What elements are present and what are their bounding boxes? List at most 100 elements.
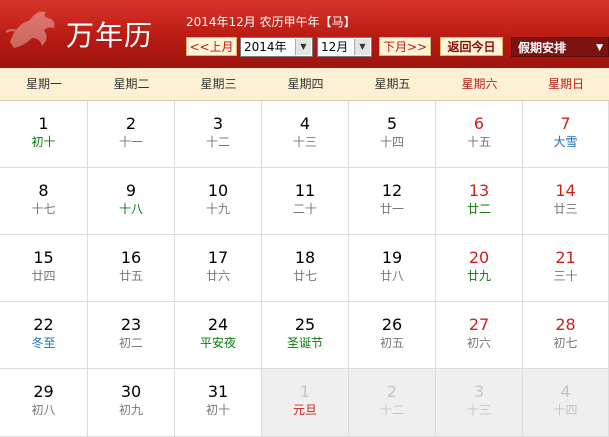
day-cell[interactable]: 6 十五 <box>436 101 523 168</box>
lunar-label: 廿九 <box>466 269 491 283</box>
day-number: 22 <box>33 315 54 334</box>
lunar-label: 十七 <box>31 202 56 216</box>
day-cell[interactable]: 3 十三 <box>436 369 523 437</box>
day-cell[interactable]: 25 圣诞节 <box>262 302 349 369</box>
day-number: 23 <box>120 315 142 334</box>
lunar-label: 二十 <box>292 202 317 216</box>
lunar-label: 廿五 <box>118 269 143 283</box>
day-number: 21 <box>555 248 576 267</box>
day-cell[interactable]: 12 廿一 <box>349 168 436 235</box>
day-number: 6 <box>473 114 485 133</box>
day-cell[interactable]: 27 初六 <box>436 302 523 369</box>
day-number: 4 <box>299 114 311 133</box>
lunar-label: 圣诞节 <box>286 336 323 350</box>
lunar-label: 十三 <box>292 135 317 149</box>
day-number: 16 <box>120 248 142 267</box>
month-select[interactable]: 12月 ▼ <box>317 37 372 57</box>
weekday-label: 星期三 <box>200 77 237 91</box>
day-cell[interactable]: 18 廿七 <box>262 235 349 302</box>
day-cell[interactable]: 5 十四 <box>349 101 436 168</box>
lunar-label: 十一 <box>118 135 143 149</box>
year-select[interactable]: 2014年 ▼ <box>240 37 313 57</box>
day-number: 9 <box>125 181 137 200</box>
day-cell[interactable]: 9 十八 <box>88 168 175 235</box>
day-cell[interactable]: 22 冬至 <box>0 302 88 369</box>
lunar-label: 十四 <box>553 403 578 417</box>
lunar-label: 十二 <box>205 135 230 149</box>
day-cell[interactable]: 15 廿四 <box>0 235 88 302</box>
day-cell[interactable]: 7 大雪 <box>523 101 609 168</box>
day-number: 1 <box>38 114 49 133</box>
lunar-label: 十三 <box>466 403 491 417</box>
lunar-label: 廿六 <box>205 269 230 283</box>
day-number: 17 <box>207 248 229 267</box>
day-number: 20 <box>468 248 490 267</box>
day-cell[interactable]: 3 十二 <box>175 101 262 168</box>
weekday-label: 星期二 <box>113 77 150 91</box>
day-number: 18 <box>294 248 316 267</box>
day-cell[interactable]: 28 初七 <box>523 302 609 369</box>
day-number: 2 <box>125 114 137 133</box>
day-number: 4 <box>560 382 571 401</box>
app-title: 万年历 <box>66 19 154 52</box>
day-cell[interactable]: 1 初十 <box>0 101 88 168</box>
day-cell[interactable]: 16 廿五 <box>88 235 175 302</box>
day-cell[interactable]: 24 平安夜 <box>175 302 262 369</box>
lunar-label: 初五 <box>379 336 404 350</box>
day-cell[interactable]: 19 廿八 <box>349 235 436 302</box>
lunar-label: 平安夜 <box>199 336 236 350</box>
day-number: 14 <box>555 181 576 200</box>
lunar-label: 十八 <box>118 202 143 216</box>
day-number: 25 <box>294 315 316 334</box>
day-cell[interactable]: 17 廿六 <box>175 235 262 302</box>
lunar-label: 冬至 <box>31 336 56 350</box>
day-cell[interactable]: 31 初十 <box>175 369 262 437</box>
lunar-label: 大雪 <box>553 135 578 149</box>
day-number: 28 <box>555 315 576 334</box>
lunar-label: 初六 <box>466 336 491 350</box>
day-cell[interactable]: 14 廿三 <box>523 168 609 235</box>
day-cell[interactable]: 13 廿二 <box>436 168 523 235</box>
calendar-day-grid: 1 初十 2 十一 3 十二 4 十三 5 十四 6 十五 7 大雪 8 十七 9 十八 10 十九 11 二十 12 廿一 1… <box>0 101 609 437</box>
back-to-today-button[interactable]: 返回今日 <box>440 37 503 56</box>
chevron-down-icon: ▼ <box>596 43 603 53</box>
day-cell[interactable]: 26 初五 <box>349 302 436 369</box>
day-number: 11 <box>294 181 316 200</box>
day-cell[interactable]: 20 廿九 <box>436 235 523 302</box>
day-cell[interactable]: 11 二十 <box>262 168 349 235</box>
day-number: 19 <box>381 248 403 267</box>
chevron-down-icon[interactable]: ▼ <box>354 39 370 55</box>
weekday-label: 星期四 <box>287 77 324 91</box>
lunar-label: 十二 <box>379 403 404 417</box>
lunar-label: 初八 <box>31 403 56 417</box>
next-month-button[interactable]: 下月>> <box>379 37 431 56</box>
day-cell[interactable]: 2 十一 <box>88 101 175 168</box>
prev-month-button[interactable]: <<上月 <box>186 37 237 56</box>
day-cell[interactable]: 29 初八 <box>0 369 88 437</box>
day-number: 24 <box>207 315 229 334</box>
lunar-label: 三十 <box>553 269 578 283</box>
day-number: 15 <box>33 248 54 267</box>
lunar-label: 十四 <box>379 135 404 149</box>
day-cell[interactable]: 1 元旦 <box>262 369 349 437</box>
lunar-label: 初七 <box>553 336 578 350</box>
day-cell[interactable]: 10 十九 <box>175 168 262 235</box>
day-cell[interactable]: 23 初二 <box>88 302 175 369</box>
day-number: 3 <box>212 114 224 133</box>
holiday-schedule-dropdown[interactable]: 假期安排 ▼ <box>511 37 609 57</box>
day-cell[interactable]: 21 三十 <box>523 235 609 302</box>
lunar-label: 廿三 <box>553 202 578 216</box>
calendar-header: 万年历 2014年12月 农历甲午年【马】 <<上月 2014年 ▼ 12月 ▼… <box>0 0 609 68</box>
day-cell[interactable]: 4 十四 <box>523 369 609 437</box>
lunar-label: 十九 <box>205 202 230 216</box>
day-cell[interactable]: 4 十三 <box>262 101 349 168</box>
lunar-label: 廿一 <box>379 202 404 216</box>
day-cell[interactable]: 8 十七 <box>0 168 88 235</box>
lunar-label: 初二 <box>118 336 143 350</box>
day-cell[interactable]: 2 十二 <box>349 369 436 437</box>
day-number: 27 <box>468 315 490 334</box>
calendar-widget: 万年历 2014年12月 农历甲午年【马】 <<上月 2014年 ▼ 12月 ▼… <box>0 0 609 437</box>
day-cell[interactable]: 30 初九 <box>88 369 175 437</box>
chevron-down-icon[interactable]: ▼ <box>295 39 311 55</box>
lunar-date-info: 2014年12月 农历甲午年【马】 <box>186 15 356 29</box>
